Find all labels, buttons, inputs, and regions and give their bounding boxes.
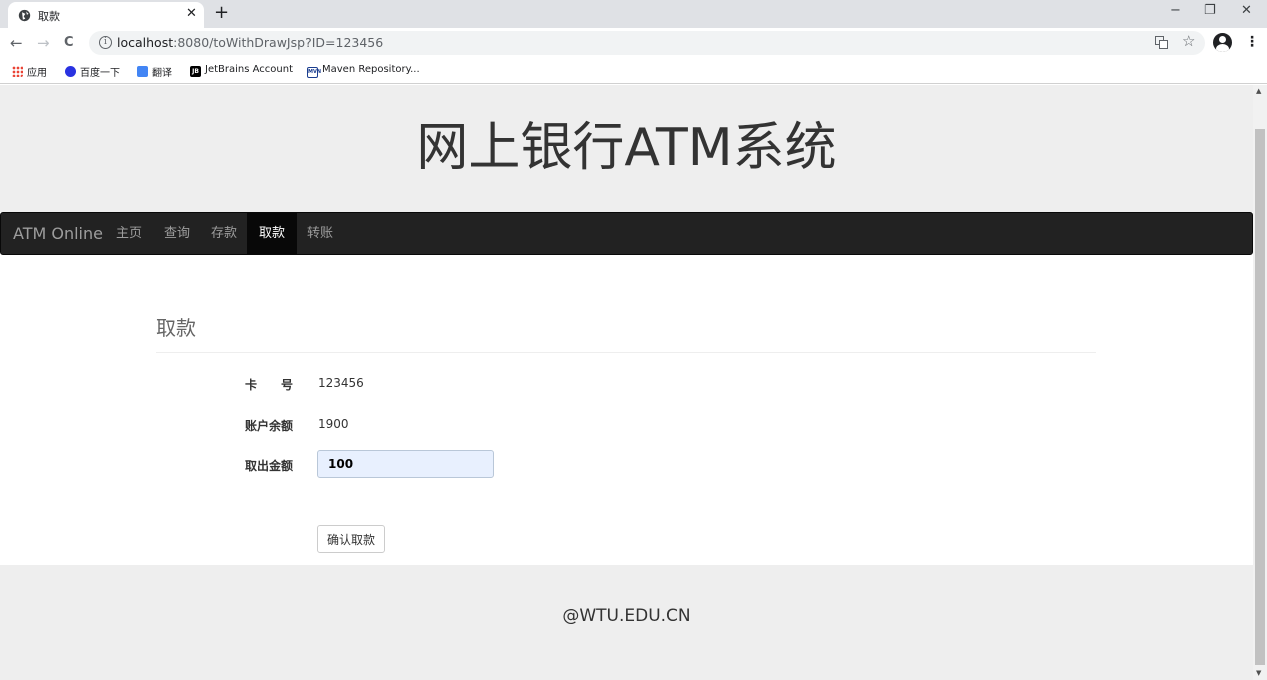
amount-label: 取出金额 [244,459,293,473]
footer-text: @WTU.EDU.CN [562,606,691,626]
nav-item-deposit[interactable]: 存款 [199,213,249,254]
browser-tab[interactable]: 取款 ✕ [8,2,204,28]
back-icon[interactable]: ← [10,34,23,52]
bookmark-apps[interactable]: 应用 [12,64,47,79]
withdraw-form-panel: 取款 卡 号 123456 账户余额 1900 取出金额 确认取款 [0,255,1253,565]
window-close-icon[interactable]: ✕ [1241,3,1252,18]
globe-icon [18,9,31,22]
restore-icon[interactable]: ❐ [1204,3,1216,18]
tab-title: 取款 [38,10,60,23]
new-tab-icon[interactable]: + [214,3,229,23]
browser-menu-icon[interactable]: ⋮ [1245,34,1259,50]
form-title: 取款 [156,316,196,340]
browser-tab-strip: 取款 ✕ + − ❐ ✕ [0,0,1267,28]
url-text[interactable]: localhost:8080/toWithDrawJsp?ID=123456 [117,35,383,50]
translate-icon [137,66,148,77]
forward-icon[interactable]: → [37,34,50,52]
bookmark-maven[interactable]: MVNMaven Repository... [307,64,420,78]
profile-avatar-icon[interactable] [1213,33,1232,52]
nav-item-query[interactable]: 查询 [152,213,202,254]
bookmark-translate[interactable]: 翻译 [137,64,172,79]
bookmark-jetbrains[interactable]: JB JetBrains Account [190,64,293,77]
apps-icon [12,66,23,77]
bookmark-baidu[interactable]: 百度一下 [65,64,120,79]
info-icon[interactable]: i [99,36,112,49]
translate-page-icon[interactable] [1155,36,1168,52]
web-page: 网上银行ATM系统 ATM Online 主页 查询 存款 取款 转账 取款 卡… [0,85,1253,680]
balance-value: 1900 [318,417,349,431]
bookmarks-bar: 应用 百度一下 翻译 JB JetBrains Account MVNMaven … [0,58,1267,84]
card-number-label: 卡 号 [244,378,293,392]
page-scrollbar[interactable]: ▲ ▼ [1253,85,1267,680]
scrollbar-thumb[interactable] [1255,129,1265,665]
browser-toolbar: ← → C i localhost:8080/toWithDrawJsp?ID=… [0,28,1267,58]
maven-icon: MVN [307,67,321,78]
balance-label: 账户余额 [244,419,293,433]
form-divider [156,352,1096,353]
scroll-down-arrow-icon[interactable]: ▼ [1256,669,1261,677]
minimize-icon[interactable]: − [1170,3,1181,18]
confirm-withdraw-button[interactable]: 确认取款 [317,525,385,553]
nav-item-withdraw[interactable]: 取款 [247,213,298,254]
address-bar[interactable]: i localhost:8080/toWithDrawJsp?ID=123456… [89,31,1205,55]
baidu-icon [65,66,76,77]
jetbrains-icon: JB [190,66,201,77]
page-header: 网上银行ATM系统 [0,85,1253,212]
nav-item-transfer[interactable]: 转账 [295,213,345,254]
page-footer: @WTU.EDU.CN [0,565,1253,680]
withdraw-amount-input[interactable] [317,450,494,478]
nav-item-home[interactable]: 主页 [104,213,154,254]
reload-icon[interactable]: C [64,34,74,52]
close-tab-icon[interactable]: ✕ [186,6,197,21]
scroll-up-arrow-icon[interactable]: ▲ [1256,87,1261,95]
bookmark-star-icon[interactable]: ☆ [1182,32,1195,50]
card-number-value: 123456 [318,376,364,390]
site-title: 网上银行ATM系统 [416,118,837,178]
navbar-brand[interactable]: ATM Online [13,224,103,243]
main-navbar: ATM Online 主页 查询 存款 取款 转账 [0,212,1253,255]
